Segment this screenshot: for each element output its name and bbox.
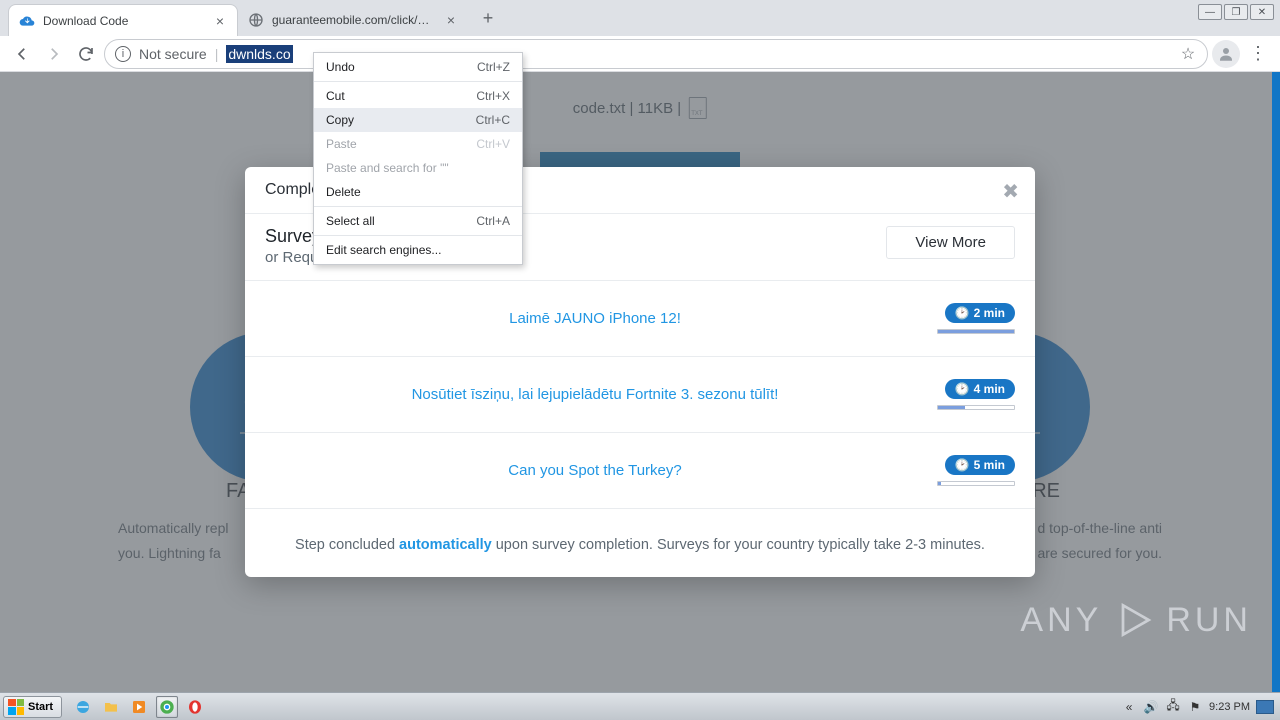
- start-button[interactable]: Start: [3, 696, 62, 718]
- progress-bar: [937, 405, 1015, 410]
- tray-expand-icon[interactable]: «: [1121, 699, 1137, 715]
- bookmark-icon[interactable]: ☆: [1179, 44, 1197, 64]
- reload-button[interactable]: [72, 40, 100, 68]
- taskbar: Start « 🔊 🖧 ⚑ 9:23 PM: [0, 692, 1280, 720]
- taskbar-media-icon[interactable]: [128, 696, 150, 718]
- ctx-paste[interactable]: PasteCtrl+V: [314, 132, 522, 156]
- volume-icon[interactable]: 🔊: [1143, 699, 1159, 715]
- ctx-cut[interactable]: CutCtrl+X: [314, 84, 522, 108]
- tab-active[interactable]: Download Code ×: [8, 4, 238, 36]
- modal-footer: Step concluded automatically upon survey…: [245, 509, 1035, 577]
- clock-icon: 🕑: [955, 306, 970, 320]
- address-bar[interactable]: i Not secure | dwnlds.co ☆: [104, 39, 1208, 69]
- tab-title: Download Code: [43, 14, 205, 28]
- windows-logo-icon: [8, 699, 24, 715]
- tab-inactive[interactable]: guaranteemobile.com/click/ZGpkbmd ×: [238, 4, 468, 36]
- taskbar-explorer-icon[interactable]: [100, 696, 122, 718]
- ctx-paste-search[interactable]: Paste and search for "": [314, 156, 522, 180]
- time-badge: 🕑2 min: [945, 303, 1015, 323]
- forward-button[interactable]: [40, 40, 68, 68]
- scrollbar[interactable]: [1272, 72, 1280, 692]
- url-text: dwnlds.co: [226, 45, 292, 63]
- globe-icon: [248, 12, 264, 28]
- clock-icon: 🕑: [955, 458, 970, 472]
- flag-icon[interactable]: ⚑: [1187, 699, 1203, 715]
- survey-item[interactable]: Laimē JAUNO iPhone 12! 🕑2 min: [245, 281, 1035, 357]
- security-label: Not secure: [139, 46, 207, 62]
- ctx-undo[interactable]: UndoCtrl+Z: [314, 55, 522, 79]
- survey-link[interactable]: Can you Spot the Turkey?: [265, 462, 925, 479]
- show-desktop-icon[interactable]: [1256, 700, 1274, 714]
- context-menu: UndoCtrl+Z CutCtrl+X CopyCtrl+C PasteCtr…: [313, 52, 523, 265]
- progress-bar: [937, 329, 1015, 334]
- progress-bar: [937, 481, 1015, 486]
- view-more-button[interactable]: View More: [886, 226, 1015, 259]
- taskbar-chrome-icon[interactable]: [156, 696, 178, 718]
- anyrun-watermark: ANY RUN: [1020, 598, 1252, 642]
- ctx-delete[interactable]: Delete: [314, 180, 522, 204]
- survey-item[interactable]: Can you Spot the Turkey? 🕑5 min: [245, 433, 1035, 509]
- time-badge: 🕑5 min: [945, 455, 1015, 475]
- tab-strip: Download Code × guaranteemobile.com/clic…: [0, 0, 1280, 36]
- ctx-edit-search-engines[interactable]: Edit search engines...: [314, 238, 522, 262]
- close-icon[interactable]: ×: [213, 14, 227, 28]
- maximize-button[interactable]: ❐: [1224, 4, 1248, 20]
- clock-icon: 🕑: [955, 382, 970, 396]
- tab-title: guaranteemobile.com/click/ZGpkbmd: [272, 13, 436, 27]
- page: code.txt | 11KB | FA URE Automatically r…: [0, 72, 1280, 692]
- toolbar: i Not secure | dwnlds.co ☆ ⋮: [0, 36, 1280, 72]
- close-window-button[interactable]: ✕: [1250, 4, 1274, 20]
- cloud-download-icon: [19, 13, 35, 29]
- modal-close-icon[interactable]: ✖: [1002, 179, 1019, 204]
- ctx-select-all[interactable]: Select allCtrl+A: [314, 209, 522, 233]
- clock[interactable]: 9:23 PM: [1209, 701, 1250, 713]
- taskbar-opera-icon[interactable]: [184, 696, 206, 718]
- chrome-menu-button[interactable]: ⋮: [1244, 40, 1272, 68]
- profile-button[interactable]: [1212, 40, 1240, 68]
- minimize-button[interactable]: —: [1198, 4, 1222, 20]
- network-icon[interactable]: 🖧: [1165, 699, 1181, 715]
- new-tab-button[interactable]: +: [474, 4, 502, 32]
- taskbar-ie-icon[interactable]: [72, 696, 94, 718]
- survey-link[interactable]: Laimē JAUNO iPhone 12!: [265, 310, 925, 327]
- system-tray: « 🔊 🖧 ⚑ 9:23 PM: [1121, 699, 1280, 715]
- close-icon[interactable]: ×: [444, 13, 458, 27]
- survey-item[interactable]: Nosūtiet īsziņu, lai lejupielādētu Fortn…: [245, 357, 1035, 433]
- ctx-copy[interactable]: CopyCtrl+C: [314, 108, 522, 132]
- back-button[interactable]: [8, 40, 36, 68]
- time-badge: 🕑4 min: [945, 379, 1015, 399]
- site-info-icon[interactable]: i: [115, 46, 131, 62]
- survey-link[interactable]: Nosūtiet īsziņu, lai lejupielādētu Fortn…: [265, 386, 925, 403]
